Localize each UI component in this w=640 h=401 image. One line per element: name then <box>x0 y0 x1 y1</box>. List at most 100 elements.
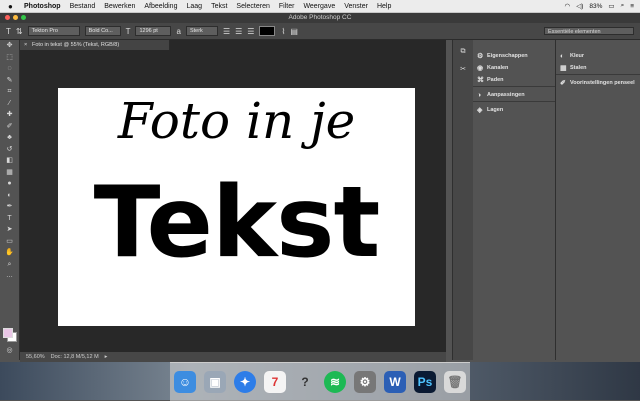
foreground-color-swatch[interactable] <box>3 328 13 338</box>
finder-icon[interactable]: ☺ <box>174 371 196 393</box>
document-tab[interactable]: × Foto in tekst @ 55% (Tekst, RGB/8) <box>20 40 170 50</box>
document-tab-label: Foto in tekst @ 55% (Tekst, RGB/8) <box>32 42 120 48</box>
font-style-field[interactable]: Bold Co... <box>84 26 121 36</box>
dock: ☺ ▣ ✦ 7 ? ≋ ⚙ W Ps 🗑 <box>170 362 470 401</box>
blur-tool-icon[interactable]: ● <box>0 178 19 190</box>
panel-adjustments[interactable]: ◑ Aanpassingen <box>473 89 555 101</box>
menu-bewerken[interactable]: Bewerken <box>104 3 135 10</box>
antialias-field[interactable]: Sterk <box>185 26 218 36</box>
wifi-icon[interactable]: ◠ <box>565 2 571 10</box>
type-tool-icon[interactable]: T <box>6 27 11 36</box>
notifications-icon[interactable]: ≡ <box>630 3 634 10</box>
status-arrow-icon[interactable]: ▸ <box>105 354 108 360</box>
text-orientation-icon[interactable]: ⇅ <box>16 27 23 36</box>
volume-icon[interactable]: ◁) <box>576 2 583 10</box>
brush-presets-icon: ✐ <box>560 80 566 87</box>
safari-icon[interactable]: ✦ <box>234 371 256 393</box>
lasso-tool-icon[interactable]: ◌ <box>0 63 19 75</box>
path-selection-tool-icon[interactable]: ➤ <box>0 224 19 236</box>
character-panel-icon[interactable]: ▤ <box>290 27 298 36</box>
quick-mask-icon[interactable]: ◎ <box>0 345 19 357</box>
trash-icon[interactable]: 🗑 <box>444 371 466 393</box>
help-icon[interactable]: ? <box>294 371 316 393</box>
menu-tekst[interactable]: Tekst <box>211 3 227 10</box>
adjustments-icon: ◑ <box>477 91 482 99</box>
panel-brush-presets[interactable]: ✐ Voorinstellingen penseel <box>556 77 640 89</box>
photoshop-icon[interactable]: Ps <box>414 371 436 393</box>
layers-icon: ◈ <box>477 107 483 114</box>
zoom-tool-icon[interactable]: ⌕ <box>0 259 19 271</box>
menu-selecteren[interactable]: Selecteren <box>236 3 269 10</box>
options-bar: T ⇅ Tekton Pro Bold Co... T 1296 pt a St… <box>0 23 640 40</box>
color-swatches[interactable] <box>3 328 17 342</box>
apple-icon[interactable]: ● <box>8 2 18 11</box>
font-size-icon: T <box>125 26 131 36</box>
font-size-field[interactable]: 1296 pt <box>135 26 172 36</box>
menu-filter[interactable]: Filter <box>279 3 295 10</box>
tools-panel: ✥ ⬚ ◌ ✎ ⌗ ⁄ ✚ ✐ ♣ ↺ ◧ ▦ ● ◐ ✒ T ➤ ▭ ✋ ⌕ … <box>0 40 20 360</box>
paths-icon: ⌘ <box>477 77 484 84</box>
canvas[interactable]: Foto in je Tekst <box>58 88 415 326</box>
properties-icon: ⚙ <box>477 53 484 60</box>
align-right-icon[interactable]: ☰ <box>247 27 254 36</box>
quick-selection-tool-icon[interactable]: ✎ <box>0 75 19 87</box>
swatches-icon: ▦ <box>560 65 567 72</box>
channels-icon: ◉ <box>477 65 484 72</box>
move-tool-icon[interactable]: ✥ <box>0 40 19 52</box>
history-panel-icon[interactable]: ⧉ <box>453 46 473 58</box>
panel-channels[interactable]: ◉ Kanalen <box>473 62 555 74</box>
brush-tool-icon[interactable]: ✐ <box>0 121 19 133</box>
window-title: Adobe Photoshop CC <box>288 14 352 21</box>
font-family-field[interactable]: Tekton Pro <box>27 26 80 36</box>
more-tools-icon[interactable]: … <box>0 270 19 282</box>
battery-icon[interactable]: ▭ <box>608 2 614 10</box>
panel-layers[interactable]: ◈ Lagen <box>473 104 555 116</box>
history-brush-tool-icon[interactable]: ↺ <box>0 144 19 156</box>
text-color-swatch[interactable] <box>259 26 276 36</box>
pen-tool-icon[interactable]: ✒ <box>0 201 19 213</box>
clone-stamp-tool-icon[interactable]: ♣ <box>0 132 19 144</box>
menu-afbeelding[interactable]: Afbeelding <box>144 3 177 10</box>
workspace-select[interactable]: Essentiële elementen <box>544 27 634 35</box>
panel-icon-strip: ⧉ ✂ <box>452 40 474 360</box>
menu-laag[interactable]: Laag <box>186 3 202 10</box>
doc-size: Doc: 12,8 M/5,12 M <box>50 354 99 360</box>
preview-icon[interactable]: ▣ <box>204 371 226 393</box>
crop-tool-icon[interactable]: ⌗ <box>0 86 19 98</box>
color-icon: ◐ <box>560 52 565 60</box>
dodge-tool-icon[interactable]: ◐ <box>0 190 19 202</box>
panel-paths[interactable]: ⌘ Paden <box>473 74 555 86</box>
spotlight-icon[interactable]: ⌕ <box>621 2 625 10</box>
panel-properties[interactable]: ⚙ Eigenschappen <box>473 50 555 62</box>
menu-bar: ● Photoshop Bestand Bewerken Afbeelding … <box>0 0 640 13</box>
zoom-level[interactable]: 55,60% <box>26 354 45 360</box>
eraser-tool-icon[interactable]: ◧ <box>0 155 19 167</box>
warp-text-icon[interactable]: ⌇ <box>281 27 285 36</box>
eyedropper-tool-icon[interactable]: ⁄ <box>0 98 19 110</box>
calendar-icon[interactable]: 7 <box>264 371 286 393</box>
menu-bestand[interactable]: Bestand <box>70 3 96 10</box>
panel-color[interactable]: ◐ Kleur <box>556 50 640 62</box>
word-icon[interactable]: W <box>384 371 406 393</box>
tool-presets-icon[interactable]: ✂ <box>453 64 473 76</box>
system-preferences-icon[interactable]: ⚙ <box>354 371 376 393</box>
hand-tool-icon[interactable]: ✋ <box>0 247 19 259</box>
canvas-text-line1: Foto in je <box>117 92 356 150</box>
spotify-icon[interactable]: ≋ <box>324 371 346 393</box>
panel-swatches[interactable]: ▦ Stalen <box>556 62 640 74</box>
menu-venster[interactable]: Venster <box>344 3 368 10</box>
marquee-tool-icon[interactable]: ⬚ <box>0 52 19 64</box>
healing-brush-tool-icon[interactable]: ✚ <box>0 109 19 121</box>
panel-dock-1: ⚙ Eigenschappen ◉ Kanalen ⌘ Paden ◑ Aanpassi… <box>473 40 556 360</box>
type-tool-icon-panel[interactable]: T <box>0 213 19 225</box>
menu-app-photoshop[interactable]: Photoshop <box>24 3 61 10</box>
panel-dock-2: ◐ Kleur ▦ Stalen ✐ Voorinstellingen penseel <box>556 40 640 360</box>
rectangle-tool-icon[interactable]: ▭ <box>0 236 19 248</box>
menu-help[interactable]: Help <box>377 3 391 10</box>
align-center-icon[interactable]: ☰ <box>235 27 242 36</box>
align-left-icon[interactable]: ☰ <box>223 27 230 36</box>
close-tab-icon[interactable]: × <box>24 40 27 50</box>
battery-percent[interactable]: 83% <box>589 3 602 10</box>
gradient-tool-icon[interactable]: ▦ <box>0 167 19 179</box>
menu-weergave[interactable]: Weergave <box>303 3 335 10</box>
